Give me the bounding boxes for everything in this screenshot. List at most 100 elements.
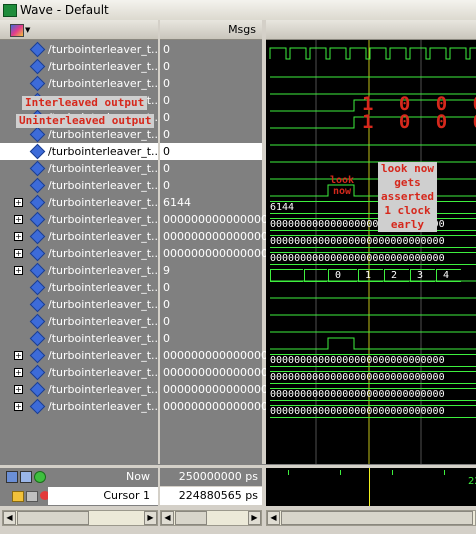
signal-value-row[interactable]: 000000000000000... [160, 364, 278, 381]
counter-value: 0 [335, 270, 342, 281]
signal-value-row[interactable]: 9 [160, 262, 262, 279]
signal-value-row[interactable]: 0 [160, 109, 262, 126]
expand-icon[interactable]: + [14, 385, 23, 394]
scroll-thumb[interactable] [17, 511, 89, 525]
lock-icon[interactable] [12, 491, 24, 502]
signal-name-label: /turbointerleaver_t... [48, 264, 162, 277]
signal-diamond-icon [29, 194, 46, 211]
signal-value-label: 0 [163, 315, 170, 328]
signal-name-row[interactable]: /turbointerleaver_t... [0, 296, 162, 313]
expand-icon[interactable]: + [14, 198, 23, 207]
signal-value-row[interactable]: 000000000000000... [160, 228, 278, 245]
signal-name-row[interactable]: + /turbointerleaver_t... [0, 364, 162, 381]
waveform-panel[interactable]: 6144 00000000000000000000000000000 00000… [266, 40, 476, 464]
signal-names-panel[interactable]: ▼ /turbointerleaver_t... /turbointerleave… [0, 20, 162, 464]
signal-diamond-icon [29, 58, 46, 75]
scroll-left-button[interactable]: ◀ [267, 511, 280, 525]
signal-name-row[interactable]: + /turbointerleaver_t... [0, 381, 162, 398]
signal-value-row[interactable]: 0 [160, 126, 262, 143]
signal-diamond-icon [29, 41, 46, 58]
values-horizontal-scrollbar[interactable]: ◀ ▶ [160, 510, 262, 526]
signal-value-row[interactable]: 0 [160, 41, 262, 58]
signal-name-row[interactable]: + /turbointerleaver_t... [0, 211, 162, 228]
signal-value-row[interactable]: 0 [160, 58, 262, 75]
scroll-thumb[interactable] [281, 511, 473, 525]
add-icon[interactable] [34, 471, 46, 483]
signal-value-label: 000000000000000... [163, 213, 279, 226]
signal-value-row[interactable]: 000000000000000... [160, 211, 278, 228]
signal-name-row[interactable]: + /turbointerleaver_t... [0, 347, 162, 364]
signal-name-row[interactable]: /turbointerleaver_t... [0, 160, 162, 177]
signal-list-menu-icon[interactable] [10, 24, 24, 37]
signal-name-row[interactable]: + /turbointerleaver_t... [0, 228, 162, 245]
counter-bus-waveform: 0 1 2 3 4 [270, 269, 476, 282]
expand-icon[interactable]: + [14, 215, 23, 224]
signal-name-row[interactable]: + /turbointerleaver_t... [0, 262, 162, 279]
signal-name-row[interactable]: /turbointerleaver_t... [0, 330, 162, 347]
expand-icon[interactable]: + [14, 402, 23, 411]
signal-name-row[interactable]: /turbointerleaver_t... [0, 41, 162, 58]
signal-value-row[interactable]: 0 [160, 279, 262, 296]
signal-name-row[interactable]: /turbointerleaver_t... [0, 313, 162, 330]
signal-value-row[interactable]: 6144 [160, 194, 262, 211]
signal-name-row[interactable]: + /turbointerleaver_t... [0, 245, 162, 262]
cursor-row[interactable]: Cursor 1 [0, 487, 158, 505]
signal-value-label: 0 [163, 128, 170, 141]
scroll-left-button[interactable]: ◀ [161, 511, 174, 525]
bus-waveform: 00000000000000000000000000000 [270, 388, 476, 401]
cursor-value-cell[interactable]: 224880565 ps [160, 487, 262, 505]
expand-icon[interactable]: + [14, 249, 23, 258]
window-title: Wave - Default [20, 3, 109, 17]
signal-value-row[interactable]: 000000000000000... [160, 398, 278, 415]
chevron-down-icon[interactable]: ▼ [25, 26, 30, 34]
add-cursor-icon[interactable] [6, 471, 18, 483]
signal-value-row[interactable]: 000000000000000... [160, 245, 278, 262]
scroll-right-button[interactable]: ▶ [248, 511, 261, 525]
time-ruler[interactable]: 22 [266, 468, 476, 506]
signal-value-row[interactable]: 000000000000000... [160, 381, 278, 398]
signal-name-label: /turbointerleaver_t... [48, 213, 162, 226]
expand-icon[interactable]: + [14, 368, 23, 377]
signal-name-row[interactable]: /turbointerleaver_t... [0, 143, 162, 160]
signal-value-row[interactable]: 0 [160, 143, 262, 160]
signal-name-row[interactable]: + /turbointerleaver_t... [0, 194, 162, 211]
counter-segment: 1 [358, 269, 383, 282]
edit-cursor-icon[interactable] [20, 471, 32, 483]
scroll-left-button[interactable]: ◀ [3, 511, 16, 525]
signal-name-row[interactable]: /turbointerleaver_t... [0, 279, 162, 296]
title-bar[interactable]: Wave - Default [0, 0, 476, 21]
expand-icon[interactable]: + [14, 351, 23, 360]
bus-value: 00000000000000000000000000000 [270, 406, 445, 417]
signal-value-row[interactable]: 000000000000000... [160, 347, 278, 364]
signal-values-panel[interactable]: Msgs 0 0 0 0 0 0 0 0 0 6144 000000000000000... 0000… [160, 20, 278, 464]
signal-value-row[interactable]: 0 [160, 92, 262, 109]
signal-name-row[interactable]: /turbointerleaver_t... [0, 75, 162, 92]
signal-name-row[interactable]: /turbointerleaver_t... [0, 126, 162, 143]
bus-value: 00000000000000000000000000000 [270, 355, 445, 366]
signal-value-row[interactable]: 0 [160, 75, 262, 92]
signal-value-row[interactable]: 0 [160, 296, 262, 313]
names-horizontal-scrollbar[interactable]: ◀ ▶ [2, 510, 158, 526]
counter-segment [304, 269, 327, 282]
wave-horizontal-scrollbar[interactable]: ◀ [266, 510, 476, 526]
interleaved-output-annotation: Interleaved output [22, 96, 148, 110]
signal-value-row[interactable]: 0 [160, 160, 262, 177]
scroll-right-button[interactable]: ▶ [144, 511, 157, 525]
signal-value-row[interactable]: 0 [160, 177, 262, 194]
signal-diamond-icon [29, 347, 46, 364]
names-header: ▼ [0, 20, 158, 40]
expand-icon[interactable]: + [14, 232, 23, 241]
signal-name-label: /turbointerleaver_t... [48, 60, 162, 73]
signal-name-label: /turbointerleaver_t... [48, 247, 162, 260]
signal-name-label: /turbointerleaver_t... [48, 162, 162, 175]
annotation-line: gets [394, 176, 421, 189]
signal-name-row[interactable]: + /turbointerleaver_t... [0, 398, 162, 415]
now-label: Now [126, 470, 150, 483]
signal-name-row[interactable]: /turbointerleaver_t... [0, 177, 162, 194]
wrench-icon[interactable] [26, 491, 38, 502]
signal-name-row[interactable]: /turbointerleaver_t... [0, 58, 162, 75]
expand-icon[interactable]: + [14, 266, 23, 275]
signal-value-row[interactable]: 0 [160, 330, 262, 347]
scroll-thumb[interactable] [175, 511, 207, 525]
signal-value-row[interactable]: 0 [160, 313, 262, 330]
